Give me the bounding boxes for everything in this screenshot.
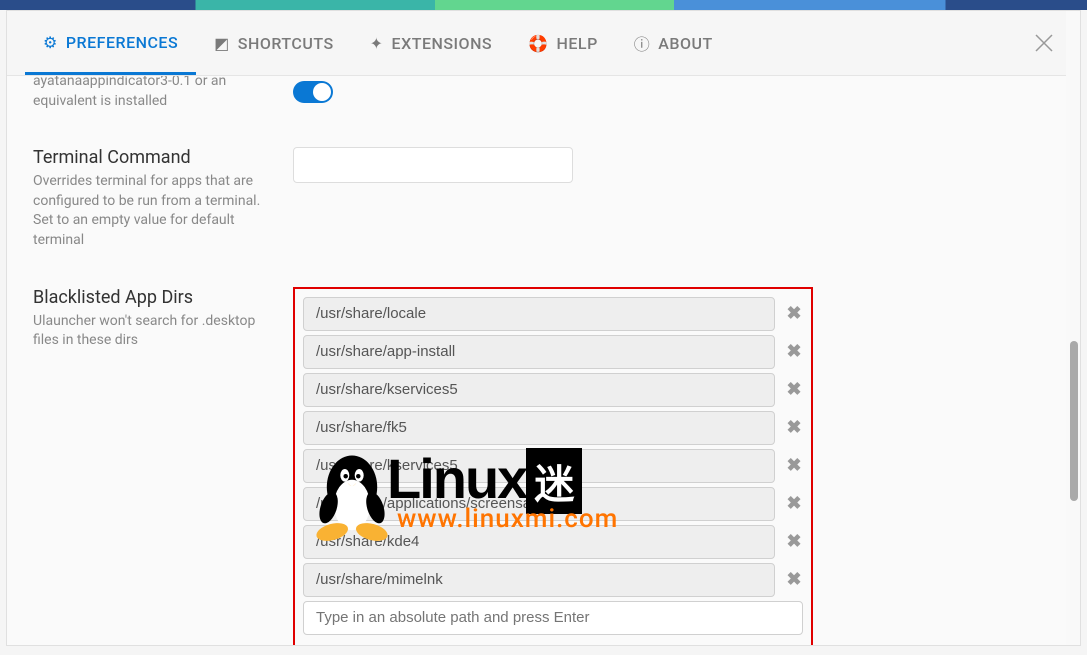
blacklist-dir-input[interactable] — [303, 449, 775, 483]
tab-label: ABOUT — [658, 34, 712, 53]
remove-dir-button[interactable]: ✖ — [785, 303, 803, 324]
remove-dir-button[interactable]: ✖ — [785, 417, 803, 438]
close-button[interactable] — [1032, 31, 1056, 55]
gear-icon: ⚙ — [43, 33, 58, 52]
setting-control: ✖ ✖ ✖ ✖ ✖ — [293, 287, 1054, 646]
blacklist-dir-input[interactable] — [303, 297, 775, 331]
setting-description: ayatanaappindicator3-0.1 or an equivalen… — [33, 76, 273, 111]
tab-extensions[interactable]: ✦ EXTENSIONS — [352, 14, 510, 73]
remove-dir-button[interactable]: ✖ — [785, 569, 803, 590]
tab-preferences[interactable]: ⚙ PREFERENCES — [25, 13, 196, 75]
tab-label: EXTENSIONS — [392, 34, 493, 53]
tab-shortcuts[interactable]: ◩ SHORTCUTS — [196, 14, 351, 73]
tab-label: HELP — [557, 34, 598, 53]
remove-dir-button[interactable]: ✖ — [785, 531, 803, 552]
setting-row-terminal: Terminal Command Overrides terminal for … — [33, 147, 1054, 250]
setting-label-column: Terminal Command Overrides terminal for … — [33, 147, 273, 250]
blacklist-dir-input[interactable] — [303, 411, 775, 445]
tab-label: PREFERENCES — [66, 33, 178, 52]
blacklist-dir-row: ✖ — [303, 373, 803, 407]
toggle-appindicator[interactable] — [293, 81, 333, 103]
blacklist-dir-row: ✖ — [303, 449, 803, 483]
terminal-command-input[interactable] — [293, 147, 573, 183]
window-top-accent — [0, 0, 1087, 10]
tab-bar: ⚙ PREFERENCES ◩ SHORTCUTS ✦ EXTENSIONS 🛟… — [7, 11, 1080, 76]
blacklist-dir-row: ✖ — [303, 411, 803, 445]
setting-row-appindicator: ayatanaappindicator3-0.1 or an equivalen… — [33, 76, 1054, 111]
remove-dir-button[interactable]: ✖ — [785, 379, 803, 400]
blacklist-dir-input[interactable] — [303, 563, 775, 597]
blacklist-new-dir-row — [303, 601, 803, 635]
blacklist-dir-row: ✖ — [303, 487, 803, 521]
shortcuts-icon: ◩ — [214, 34, 230, 53]
blacklist-dir-input[interactable] — [303, 335, 775, 369]
tab-help[interactable]: 🛟 HELP — [510, 14, 616, 73]
remove-dir-button[interactable]: ✖ — [785, 341, 803, 362]
scrollbar-track[interactable] — [1066, 11, 1080, 645]
remove-dir-button[interactable]: ✖ — [785, 455, 803, 476]
close-icon — [1032, 31, 1056, 55]
blacklist-dir-row: ✖ — [303, 335, 803, 369]
blacklist-highlight-box: ✖ ✖ ✖ ✖ ✖ — [293, 287, 813, 646]
setting-row-blacklist: Blacklisted App Dirs Ulauncher won't sea… — [33, 287, 1054, 646]
blacklist-dir-input[interactable] — [303, 487, 775, 521]
setting-title: Blacklisted App Dirs — [33, 287, 273, 308]
tab-about[interactable]: ⓘ ABOUT — [616, 11, 731, 75]
blacklist-new-dir-input[interactable] — [303, 601, 803, 635]
scrollbar-thumb[interactable] — [1070, 341, 1078, 501]
tab-label: SHORTCUTS — [238, 34, 334, 53]
help-icon: 🛟 — [528, 34, 548, 53]
blacklist-dir-row: ✖ — [303, 563, 803, 597]
blacklist-dir-row: ✖ — [303, 297, 803, 331]
setting-label-column: Blacklisted App Dirs Ulauncher won't sea… — [33, 287, 273, 351]
blacklist-dir-row: ✖ — [303, 525, 803, 559]
info-icon: ⓘ — [634, 31, 651, 55]
setting-title: Terminal Command — [33, 147, 273, 168]
extensions-icon: ✦ — [370, 34, 384, 53]
remove-dir-button[interactable]: ✖ — [785, 493, 803, 514]
setting-control — [293, 147, 1054, 183]
main-container: ⚙ PREFERENCES ◩ SHORTCUTS ✦ EXTENSIONS 🛟… — [6, 10, 1081, 646]
setting-description: Overrides terminal for apps that are con… — [33, 172, 273, 250]
setting-description: Ulauncher won't search for .desktop file… — [33, 312, 273, 351]
blacklist-dir-input[interactable] — [303, 373, 775, 407]
blacklist-dir-input[interactable] — [303, 525, 775, 559]
preferences-content: ayatanaappindicator3-0.1 or an equivalen… — [7, 76, 1080, 646]
